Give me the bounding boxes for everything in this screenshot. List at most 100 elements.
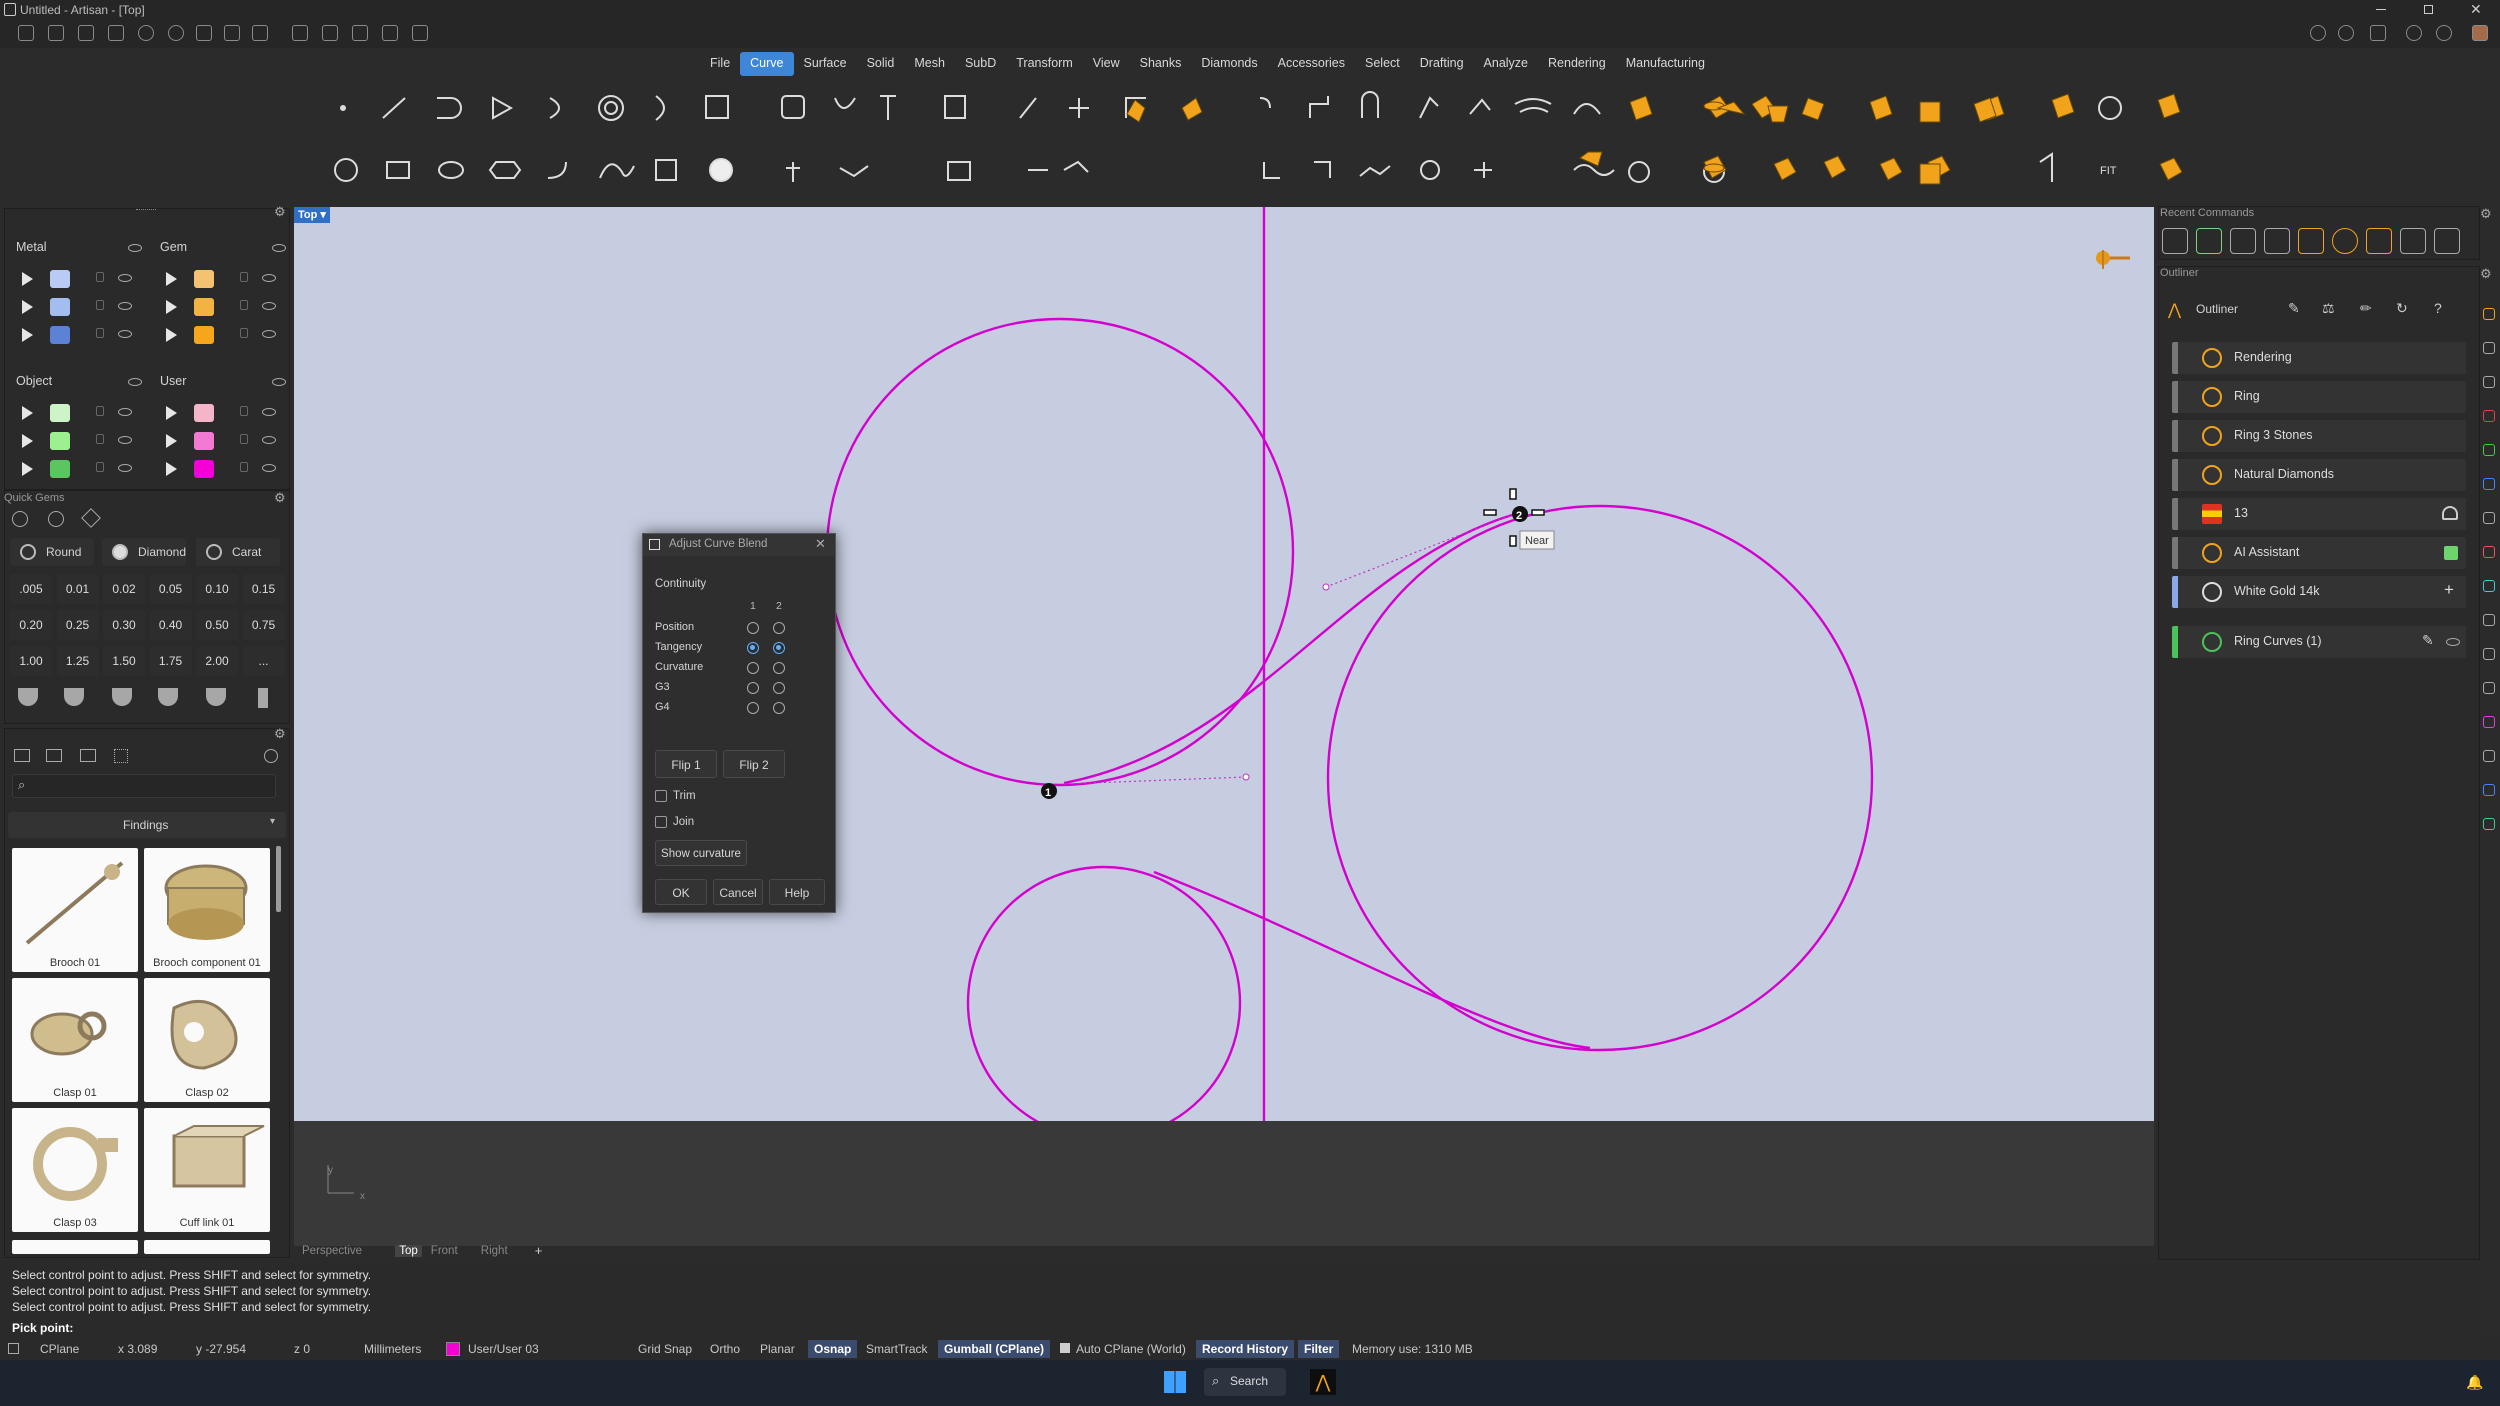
gem-size-button[interactable]: 0.30 xyxy=(103,610,145,640)
dialog-titlebar[interactable]: Adjust Curve Blend ✕ xyxy=(643,534,835,556)
gem-size-button[interactable]: ... xyxy=(242,646,285,676)
side-tool-icon[interactable] xyxy=(2483,410,2495,422)
panel-settings-icon[interactable]: ⚙ xyxy=(2480,266,2492,282)
eye-icon[interactable] xyxy=(262,302,276,310)
layer-color-swatch[interactable] xyxy=(50,270,70,288)
library-item[interactable]: Clasp 03 xyxy=(12,1108,138,1232)
notification-icon[interactable]: 🔔 xyxy=(2466,1374,2483,1391)
viewport-tab-front[interactable]: Front xyxy=(431,1245,458,1257)
expand-layer-icon[interactable] xyxy=(22,434,33,448)
layer-color-swatch[interactable] xyxy=(50,432,70,450)
side-tool-icon[interactable] xyxy=(2483,648,2495,660)
undo-icon[interactable] xyxy=(138,25,154,41)
continuity-g3-radio-2[interactable] xyxy=(773,682,785,694)
settings-icon[interactable] xyxy=(2310,25,2326,41)
import-icon[interactable] xyxy=(80,749,96,762)
hat-icon[interactable] xyxy=(2442,506,2458,520)
gem-size-button[interactable]: 1.75 xyxy=(149,646,192,676)
cplane-icon[interactable] xyxy=(8,1343,19,1354)
layers-panel-grip[interactable] xyxy=(136,209,156,211)
units[interactable]: Millimeters xyxy=(364,1342,421,1356)
side-tool-icon[interactable] xyxy=(2483,376,2495,388)
eye-icon[interactable] xyxy=(118,436,132,444)
eye-icon[interactable] xyxy=(2446,638,2460,646)
gem-size-button[interactable]: 0.15 xyxy=(242,574,285,604)
outliner-item[interactable]: Ring Curves (1) ✎ xyxy=(2172,626,2466,658)
gem-preset-icon[interactable] xyxy=(64,688,84,706)
expand-layer-icon[interactable] xyxy=(22,328,33,342)
join-checkbox[interactable] xyxy=(655,816,667,828)
side-tool-icon[interactable] xyxy=(2483,546,2495,558)
gem-size-button[interactable]: .005 xyxy=(10,574,52,604)
current-layer[interactable]: User/User 03 xyxy=(468,1342,539,1356)
lock-icon[interactable] xyxy=(240,272,248,282)
artisan-taskbar-icon[interactable]: ⋀ xyxy=(1310,1369,1336,1395)
grid-view-icon[interactable] xyxy=(114,749,128,763)
expand-layer-icon[interactable] xyxy=(22,462,33,476)
edit-icon[interactable]: ✎ xyxy=(2288,300,2300,317)
side-tool-icon[interactable] xyxy=(2483,580,2495,592)
info-icon[interactable] xyxy=(2338,25,2354,41)
new-file-icon[interactable] xyxy=(18,25,34,41)
profile-icon[interactable] xyxy=(2436,25,2452,41)
gem-size-button[interactable]: 0.10 xyxy=(196,574,238,604)
dot-icon[interactable] xyxy=(2400,228,2426,254)
gem-preset-icon[interactable] xyxy=(18,688,38,706)
gem-size-button[interactable]: 0.25 xyxy=(56,610,99,640)
lock-icon[interactable] xyxy=(96,434,104,444)
eye-icon[interactable] xyxy=(262,464,276,472)
expand-layer-icon[interactable] xyxy=(22,406,33,420)
lock-icon[interactable] xyxy=(96,272,104,282)
layer-color-swatch[interactable] xyxy=(194,432,214,450)
continuity-g4-radio-2[interactable] xyxy=(773,702,785,714)
eye-icon[interactable] xyxy=(128,378,142,386)
gem-shape-diamond-button[interactable]: Diamond xyxy=(102,538,186,566)
gem-size-button[interactable]: 0.01 xyxy=(56,574,99,604)
eye-icon[interactable] xyxy=(262,274,276,282)
toggle-smarttrack[interactable]: SmartTrack xyxy=(866,1342,928,1356)
help-icon[interactable]: ? xyxy=(2434,300,2442,316)
eye-icon[interactable] xyxy=(128,244,142,252)
gem-size-button[interactable]: 1.25 xyxy=(56,646,99,676)
viewport-canvas[interactable]: 1 2 Near xyxy=(294,207,2154,1121)
lock-icon[interactable] xyxy=(240,300,248,310)
menu-analyze[interactable]: Analyze xyxy=(1474,52,1538,76)
toggle-gumball[interactable]: Gumball (CPlane) xyxy=(938,1340,1051,1358)
menu-rendering[interactable]: Rendering xyxy=(1538,52,1616,76)
expand-layer-icon[interactable] xyxy=(166,328,177,342)
eye-icon[interactable] xyxy=(118,464,132,472)
gem-preset-icon[interactable] xyxy=(258,688,268,708)
continuity-g3-radio-1[interactable] xyxy=(747,682,759,694)
menu-view[interactable]: View xyxy=(1083,52,1130,76)
toggle-filter[interactable]: Filter xyxy=(1298,1340,1340,1358)
scale-icon[interactable] xyxy=(412,25,428,41)
gem-size-button[interactable]: 0.05 xyxy=(149,574,192,604)
lock-icon[interactable] xyxy=(96,328,104,338)
lock-icon[interactable] xyxy=(240,434,248,444)
gem-preset-icon[interactable] xyxy=(158,688,178,706)
folder-icon[interactable] xyxy=(108,25,124,41)
lock-icon[interactable] xyxy=(240,328,248,338)
layer-color-swatch[interactable] xyxy=(194,404,214,422)
arc-icon[interactable] xyxy=(2366,228,2392,254)
circle-icon[interactable] xyxy=(2332,228,2358,254)
side-tool-icon[interactable] xyxy=(2483,308,2495,320)
gem-size-button[interactable]: 2.00 xyxy=(196,646,238,676)
side-tool-icon[interactable] xyxy=(2483,342,2495,354)
ok-button[interactable]: OK xyxy=(655,879,707,905)
outliner-item[interactable]: Ring 3 Stones xyxy=(2172,420,2466,452)
expand-layer-icon[interactable] xyxy=(166,272,177,286)
export-icon[interactable] xyxy=(252,25,268,41)
gem-preset-icon[interactable] xyxy=(112,688,132,706)
trim-checkbox[interactable] xyxy=(655,790,667,802)
pen-icon[interactable] xyxy=(2230,228,2256,254)
help-button[interactable]: Help xyxy=(769,879,825,905)
refresh-icon[interactable] xyxy=(264,749,278,763)
undo-icon[interactable] xyxy=(2434,228,2460,254)
rotate-icon[interactable] xyxy=(382,25,398,41)
point-icon[interactable] xyxy=(2264,228,2290,254)
outliner-item[interactable]: White Gold 14k + xyxy=(2172,576,2466,608)
outliner-item[interactable]: AI Assistant xyxy=(2172,537,2466,569)
flip-2-button[interactable]: Flip 2 xyxy=(723,750,785,778)
eye-icon[interactable] xyxy=(272,378,286,386)
